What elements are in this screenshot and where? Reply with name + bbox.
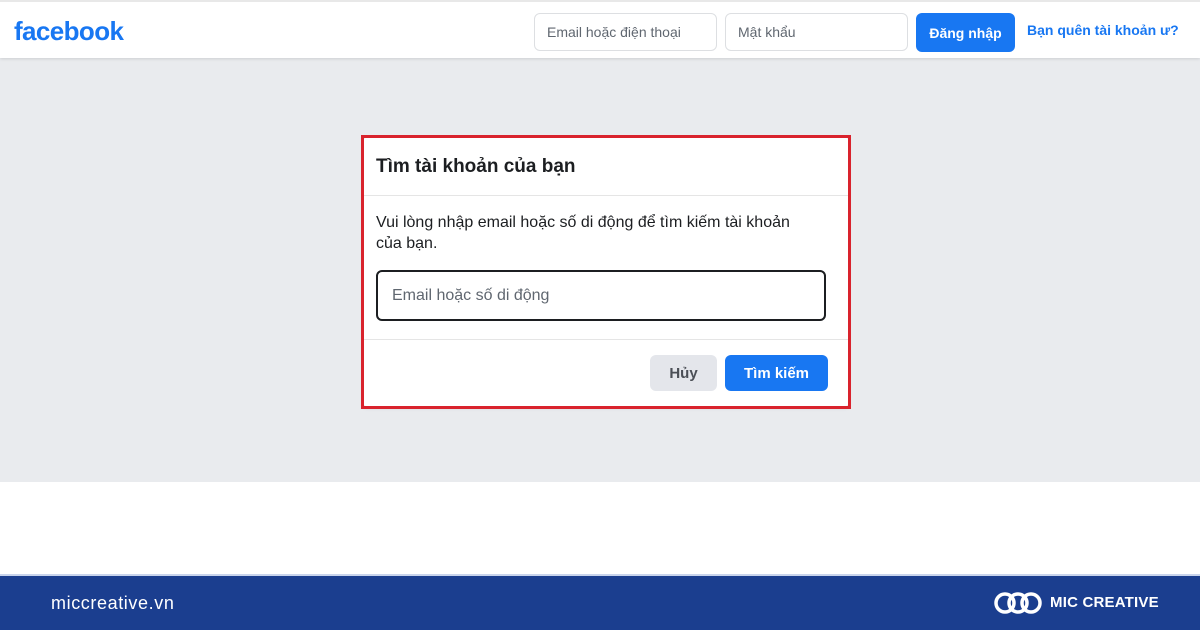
top-navbar: facebook Đăng nhập Bạn quên tài khoản ư? <box>0 0 1200 58</box>
brand-footer-bar: miccreative.vn MIC CREATIVE <box>0 574 1200 630</box>
content-area: Tìm tài khoản của bạn Vui lòng nhập emai… <box>0 58 1200 482</box>
dialog-title: Tìm tài khoản của bạn <box>376 155 576 177</box>
page: facebook Đăng nhập Bạn quên tài khoản ư?… <box>0 0 1200 630</box>
email-or-mobile-search-input[interactable] <box>376 270 826 321</box>
dialog-description: Vui lòng nhập email hoặc số di động để t… <box>376 214 790 252</box>
login-button[interactable]: Đăng nhập <box>916 13 1015 52</box>
dialog-header: Tìm tài khoản của bạn <box>364 138 848 196</box>
search-button[interactable]: Tìm kiếm <box>725 355 828 391</box>
dialog-footer: Hủy Tìm kiếm <box>364 340 848 406</box>
cancel-button[interactable]: Hủy <box>650 355 717 391</box>
email-or-phone-input[interactable] <box>534 13 717 51</box>
password-input[interactable] <box>725 13 908 51</box>
forgot-account-link[interactable]: Bạn quên tài khoản ư? <box>1027 22 1179 38</box>
dialog-body: Vui lòng nhập email hoặc số di động để t… <box>364 196 848 340</box>
brand-name: MIC CREATIVE <box>1050 594 1159 611</box>
find-account-dialog: Tìm tài khoản của bạn Vui lòng nhập emai… <box>364 138 848 406</box>
brand-website-text: miccreative.vn <box>51 593 175 613</box>
facebook-logo[interactable]: facebook <box>14 16 124 47</box>
mic-creative-logo-icon <box>994 592 1042 614</box>
